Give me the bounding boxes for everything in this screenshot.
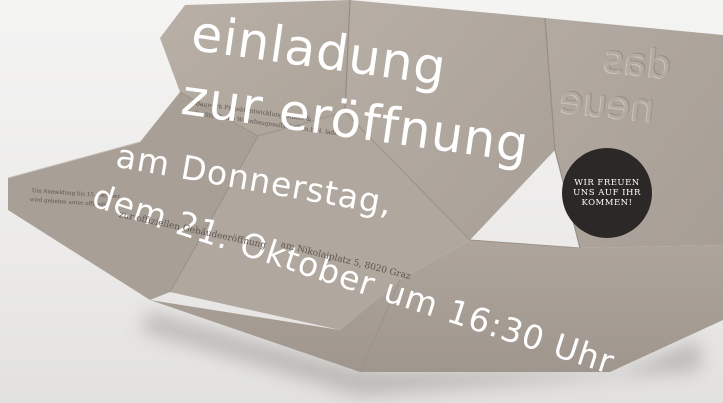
badge-line-2: UNS AUF IHR: [573, 188, 641, 198]
badge-line-3: KOMMEN!: [581, 198, 633, 208]
invitation-scene: Bauwerk Projektentwicklung GmbH & die St…: [0, 0, 723, 403]
badge-circle: WIR FREUEN UNS AUF IHR KOMMEN!: [562, 148, 652, 238]
emboss-line-1: das: [601, 36, 674, 88]
badge-line-1: WIR FREUEN: [574, 178, 640, 188]
